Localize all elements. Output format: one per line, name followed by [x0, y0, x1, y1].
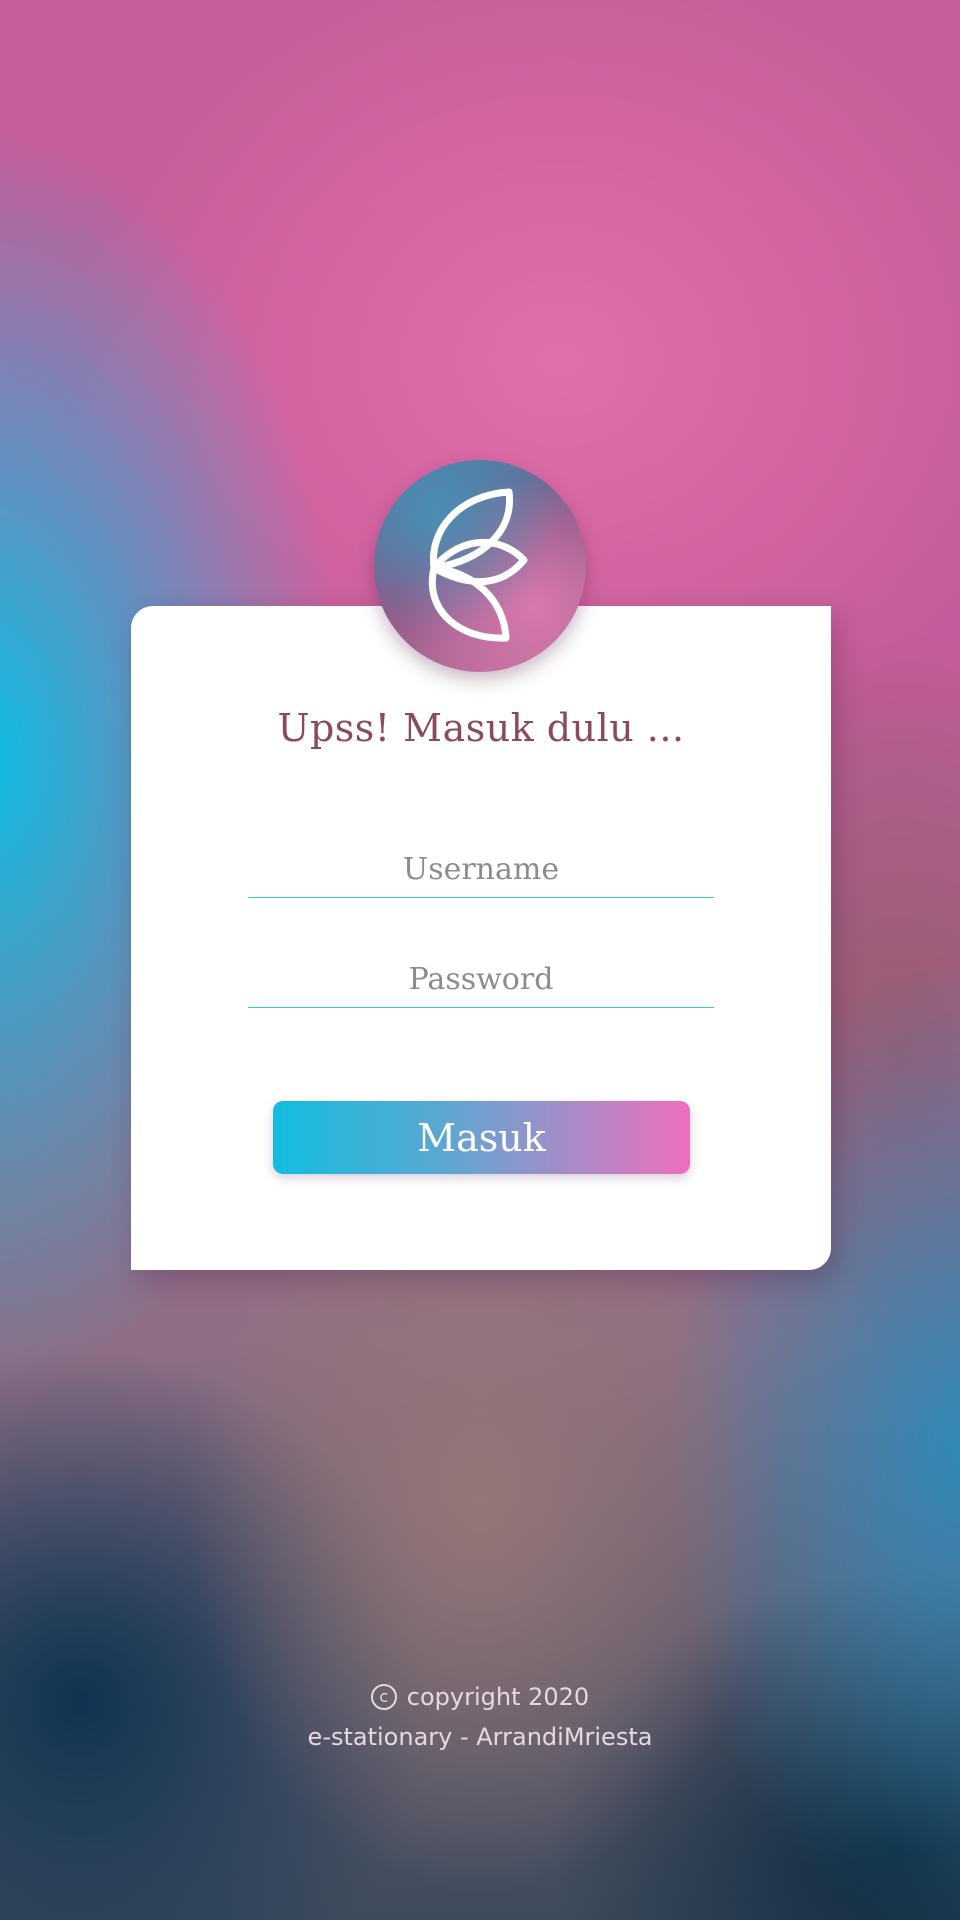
copyright-text: copyright 2020 [406, 1683, 590, 1711]
login-button[interactable]: Masuk [273, 1101, 690, 1174]
credit-text: e-stationary - ArrandiMriesta [307, 1723, 653, 1751]
leaf-logo-icon [374, 460, 586, 672]
username-input[interactable] [248, 850, 714, 898]
login-title: Upss! Masuk dulu ... [277, 706, 685, 750]
copyright-icon: c [370, 1684, 397, 1710]
copyright-line: c copyright 2020 [0, 1683, 960, 1711]
password-input[interactable] [248, 960, 714, 1008]
